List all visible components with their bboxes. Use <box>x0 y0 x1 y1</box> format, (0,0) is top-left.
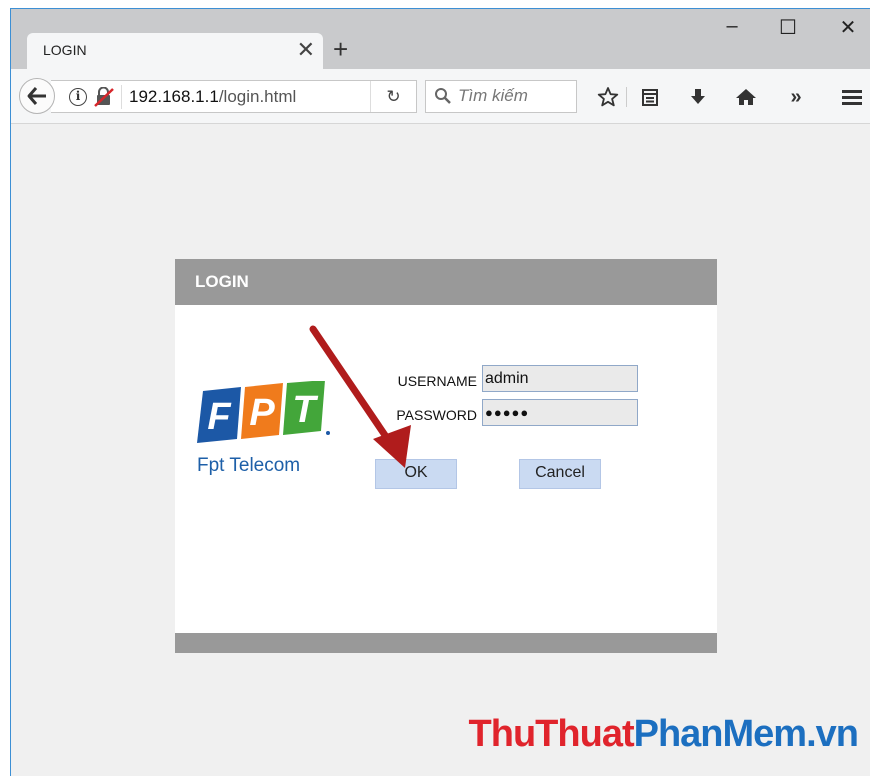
password-label: PASSWORD <box>396 407 477 423</box>
dialog-title: LOGIN <box>195 272 249 291</box>
overflow-menu-button[interactable]: » <box>781 83 811 111</box>
home-icon[interactable] <box>731 83 761 111</box>
username-field[interactable] <box>482 365 638 392</box>
watermark-part1: ThuThuat <box>468 713 635 755</box>
window-close-button[interactable]: ✕ <box>833 15 863 40</box>
tab-strip: LOGIN ✕ + – ☐ ✕ <box>11 9 870 69</box>
search-input[interactable] <box>458 86 572 106</box>
reader-list-icon[interactable] <box>635 83 665 111</box>
maximize-button[interactable]: ☐ <box>773 15 803 40</box>
info-icon[interactable]: i <box>69 88 87 106</box>
logo-letter-f: F <box>207 396 232 438</box>
hamburger-menu-icon[interactable] <box>837 83 867 111</box>
search-icon <box>435 88 451 104</box>
minimize-button[interactable]: – <box>717 15 747 38</box>
download-icon[interactable] <box>683 83 713 111</box>
page-content: LOGIN F P T Fpt Telecom USERNAME PASSWOR… <box>11 125 870 776</box>
dialog-footer <box>175 633 717 653</box>
browser-window: LOGIN ✕ + – ☐ ✕ i 192.168.1.1/login.html… <box>10 8 870 776</box>
bookmark-star-icon[interactable] <box>593 83 623 111</box>
ok-button[interactable]: OK <box>375 459 457 489</box>
logo-tagline: Fpt Telecom <box>197 455 301 476</box>
login-dialog: LOGIN F P T Fpt Telecom USERNAME PASSWOR… <box>175 259 717 653</box>
url-host: 192.168.1.1 <box>129 87 219 106</box>
url-bar[interactable]: i 192.168.1.1/login.html ↻ <box>51 80 417 113</box>
navigation-bar: i 192.168.1.1/login.html ↻ Tìm kiếm » <box>11 69 870 124</box>
url-separator <box>121 85 122 109</box>
back-arrow-icon <box>27 87 46 105</box>
url-text[interactable]: 192.168.1.1/login.html <box>129 87 296 107</box>
username-label: USERNAME <box>397 373 477 389</box>
logo-letter-t: T <box>292 389 318 431</box>
url-path: /login.html <box>218 87 297 106</box>
close-icon[interactable]: ✕ <box>297 37 315 63</box>
new-tab-button[interactable]: + <box>333 35 348 63</box>
back-button[interactable] <box>19 78 55 114</box>
logo-letter-p: P <box>249 392 275 434</box>
insecure-lock-icon[interactable] <box>93 87 115 107</box>
watermark: ThuThuatPhanMem.vn <box>468 713 859 756</box>
password-field[interactable]: ●●●●● <box>482 399 638 426</box>
cancel-button[interactable]: Cancel <box>519 459 601 489</box>
reload-icon[interactable]: ↻ <box>370 81 416 112</box>
tab-login[interactable]: LOGIN ✕ <box>27 33 323 69</box>
watermark-part2: PhanMem.vn <box>633 713 859 755</box>
search-bar[interactable] <box>425 80 577 113</box>
dialog-header: LOGIN <box>175 259 717 305</box>
tab-title: LOGIN <box>43 42 87 58</box>
toolbar-separator <box>626 87 627 107</box>
